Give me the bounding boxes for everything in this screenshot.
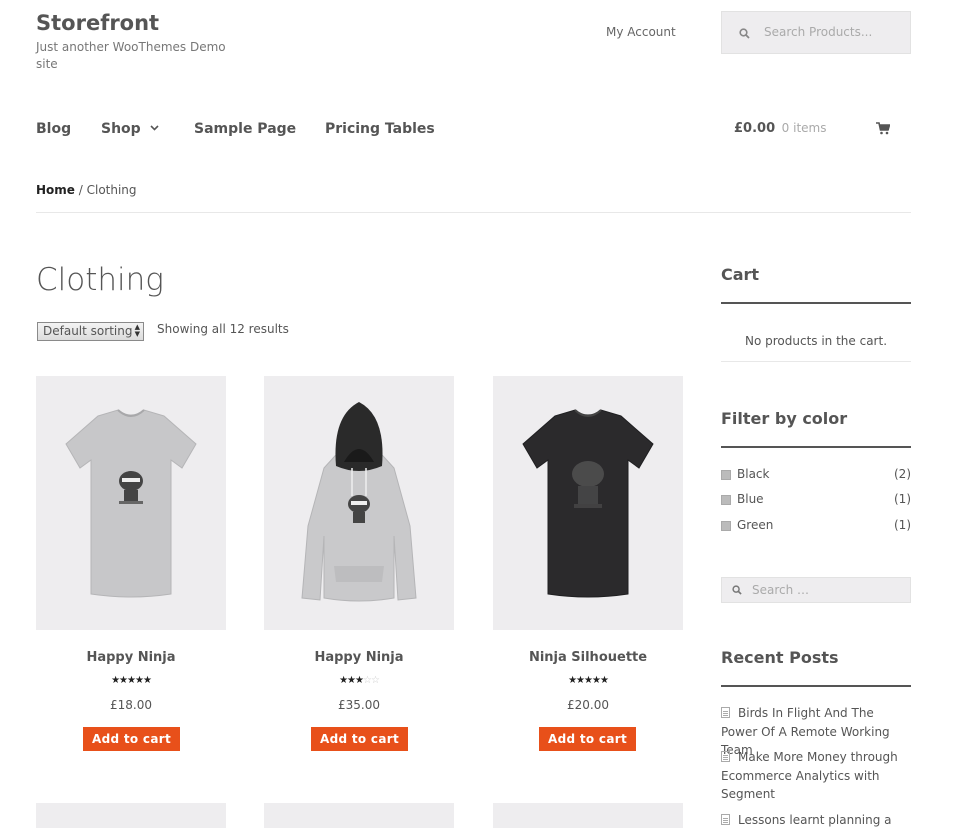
product-price: £20.00 (567, 698, 609, 712)
rating-stars: ★★★★★ (568, 675, 609, 686)
add-to-cart-button[interactable]: Add to cart (539, 727, 636, 751)
add-to-cart-button[interactable]: Add to cart (311, 727, 408, 751)
cart-total: £0.00 (734, 121, 776, 136)
product-title[interactable]: Ninja Silhouette (493, 650, 683, 665)
product-price: £18.00 (110, 698, 152, 712)
breadcrumb-current: Clothing (86, 183, 137, 197)
chevron-down-icon (150, 125, 159, 131)
color-name: Blue (737, 492, 764, 506)
cart-icon[interactable] (876, 122, 890, 135)
document-icon (721, 707, 730, 718)
nav-pricing-tables[interactable]: Pricing Tables (325, 121, 435, 137)
product-image[interactable] (264, 803, 454, 828)
header-divider (36, 212, 911, 213)
product-image[interactable] (36, 803, 226, 828)
document-icon (721, 814, 730, 825)
site-title[interactable]: Storefront (36, 11, 159, 35)
breadcrumb-separator: / (74, 183, 87, 197)
color-name: Black (737, 467, 770, 481)
product-image-grey-hoodie[interactable] (264, 376, 454, 630)
hoodie-grey-image (301, 402, 417, 602)
nav-blog[interactable]: Blog (36, 121, 71, 137)
search-placeholder: Search … (752, 583, 810, 597)
nav-shop-label: Shop (101, 121, 141, 137)
filter-widget-title: Filter by color (721, 409, 848, 428)
breadcrumb-home[interactable]: Home (36, 183, 75, 197)
search-placeholder: Search Products... (764, 25, 873, 39)
select-arrows-icon: ▲ ▼ (134, 323, 140, 338)
checkbox-icon (721, 495, 731, 505)
checkbox-icon (721, 521, 731, 531)
document-icon (721, 751, 730, 762)
checkbox-icon (721, 470, 731, 480)
color-count: (1) (894, 492, 911, 506)
rating-stars: ★★★☆☆ (339, 675, 380, 686)
product-image[interactable] (493, 803, 683, 828)
site-description: Just another WooThemes Demo site (36, 40, 226, 71)
tshirt-black-image (522, 409, 654, 598)
header-cart-link[interactable]: £0.00 0 items (734, 121, 826, 136)
widget-title-rule (721, 446, 911, 448)
product-search-input[interactable]: Search Products... (721, 11, 911, 54)
search-icon (732, 585, 742, 595)
post-title: Make More Money through Ecommerce Analyt… (721, 750, 898, 801)
recent-posts-title: Recent Posts (721, 648, 839, 667)
tshirt-grey-image (65, 409, 197, 598)
widget-title-rule (721, 302, 911, 304)
sort-select[interactable]: Default sorting ▲ ▼ (37, 322, 144, 341)
product-title[interactable]: Happy Ninja (36, 650, 226, 665)
color-count: (1) (894, 518, 911, 532)
sort-selected-value: Default sorting (43, 324, 133, 338)
product-image-black-tshirt[interactable] (493, 376, 683, 630)
widget-title-rule (721, 685, 911, 687)
color-filter-blue[interactable]: Blue (1) (721, 492, 911, 508)
cart-widget-title: Cart (721, 265, 760, 284)
product-title[interactable]: Happy Ninja (264, 650, 454, 665)
product-image-grey-tshirt[interactable] (36, 376, 226, 630)
cart-count: 0 items (781, 121, 827, 135)
color-filter-green[interactable]: Green (1) (721, 518, 911, 534)
color-count: (2) (894, 467, 911, 481)
add-to-cart-button[interactable]: Add to cart (83, 727, 180, 751)
recent-post-link[interactable]: Lessons learnt planning a big (721, 811, 911, 828)
breadcrumb: Home / Clothing (36, 183, 137, 197)
search-icon (739, 28, 750, 39)
color-filter-black[interactable]: Black (2) (721, 467, 911, 483)
cart-empty-message: No products in the cart. (744, 334, 888, 348)
post-title: Lessons learnt planning a big (738, 813, 892, 827)
nav-sample-page[interactable]: Sample Page (194, 121, 296, 137)
result-count: Showing all 12 results (157, 322, 289, 336)
recent-post-link[interactable]: Make More Money through Ecommerce Analyt… (721, 748, 911, 804)
my-account-link[interactable]: My Account (606, 25, 676, 39)
color-name: Green (737, 518, 774, 532)
page-title: Clothing (36, 262, 164, 298)
nav-shop[interactable]: Shop (101, 121, 159, 137)
sidebar-search-input[interactable]: Search … (721, 577, 911, 603)
cart-divider (721, 361, 911, 362)
product-price: £35.00 (338, 698, 380, 712)
rating-stars: ★★★★★ (111, 675, 152, 686)
